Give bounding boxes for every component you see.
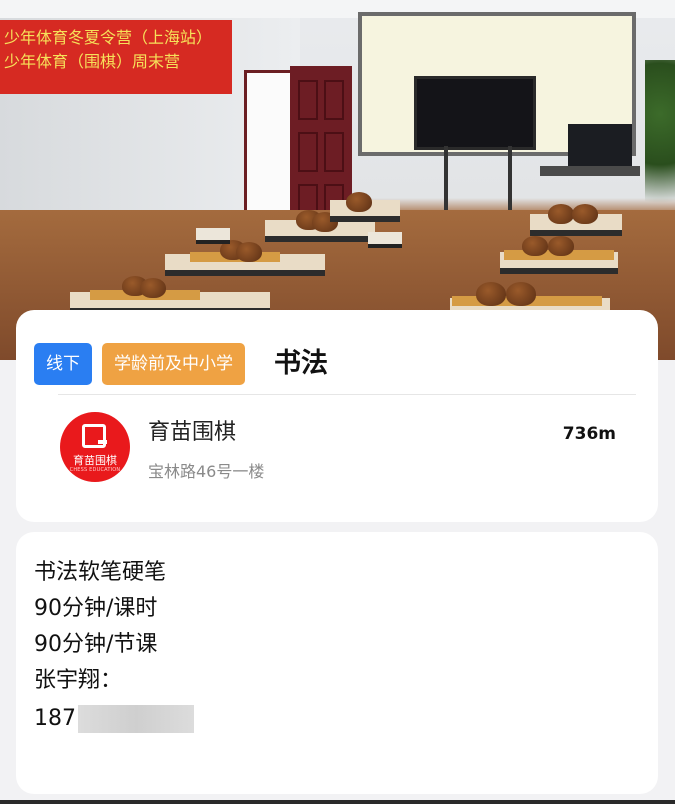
institution-logo[interactable]: 育苗围棋 CHESS EDUCATION xyxy=(60,412,130,482)
go-bowl xyxy=(522,236,548,256)
offline-tag: 线下 xyxy=(34,343,92,385)
stool xyxy=(196,228,230,244)
detail-line: 90分钟/课时 xyxy=(34,596,158,621)
course-title: 书法 xyxy=(274,348,328,379)
classroom-photo: 少年体育冬夏令营（上海站） 少年体育（围棋）周末营 xyxy=(0,0,675,360)
divider xyxy=(58,394,636,395)
bottom-edge xyxy=(0,800,675,804)
go-bowl xyxy=(548,204,574,224)
contact-phone[interactable]: 187 xyxy=(34,704,194,734)
institution-address: 宝林路46号一楼 xyxy=(148,462,265,481)
logo-subtext: CHESS EDUCATION xyxy=(69,467,121,473)
go-bowl xyxy=(236,242,262,262)
go-bowl xyxy=(476,282,506,306)
phone-redaction xyxy=(78,705,194,733)
tv-stand xyxy=(444,146,512,216)
phone-prefix: 187 xyxy=(34,706,76,731)
tv-screen xyxy=(414,76,536,150)
banner-line-1: 少年体育冬夏令营（上海站） xyxy=(4,28,213,47)
go-bowl xyxy=(346,192,372,212)
age-group-tag: 学龄前及中小学 xyxy=(102,343,245,385)
red-banner: 少年体育冬夏令营（上海站） 少年体育（围棋）周末营 xyxy=(0,20,232,94)
course-card[interactable]: 线下 学龄前及中小学 书法 育苗围棋 CHESS EDUCATION 育苗围棋 … xyxy=(16,310,658,522)
distance-label: 736m xyxy=(562,424,616,444)
go-bowl xyxy=(548,236,574,256)
go-bowl xyxy=(572,204,598,224)
go-bowl xyxy=(140,278,166,298)
course-details-card: 书法软笔硬笔 90分钟/课时 90分钟/节课 张宇翔： 187 xyxy=(16,532,658,794)
go-bowl xyxy=(506,282,536,306)
banner-line-2: 少年体育（围棋）周末营 xyxy=(4,52,181,71)
desk xyxy=(540,166,640,176)
stool xyxy=(368,232,402,248)
detail-line: 90分钟/节课 xyxy=(34,632,158,657)
logo-text: 育苗围棋 xyxy=(73,454,117,467)
contact-name: 张宇翔： xyxy=(34,668,123,693)
institution-name[interactable]: 育苗围棋 xyxy=(148,414,236,446)
monitor xyxy=(568,124,632,166)
detail-line: 书法软笔硬笔 xyxy=(34,560,167,585)
logo-mark-icon xyxy=(82,424,107,448)
